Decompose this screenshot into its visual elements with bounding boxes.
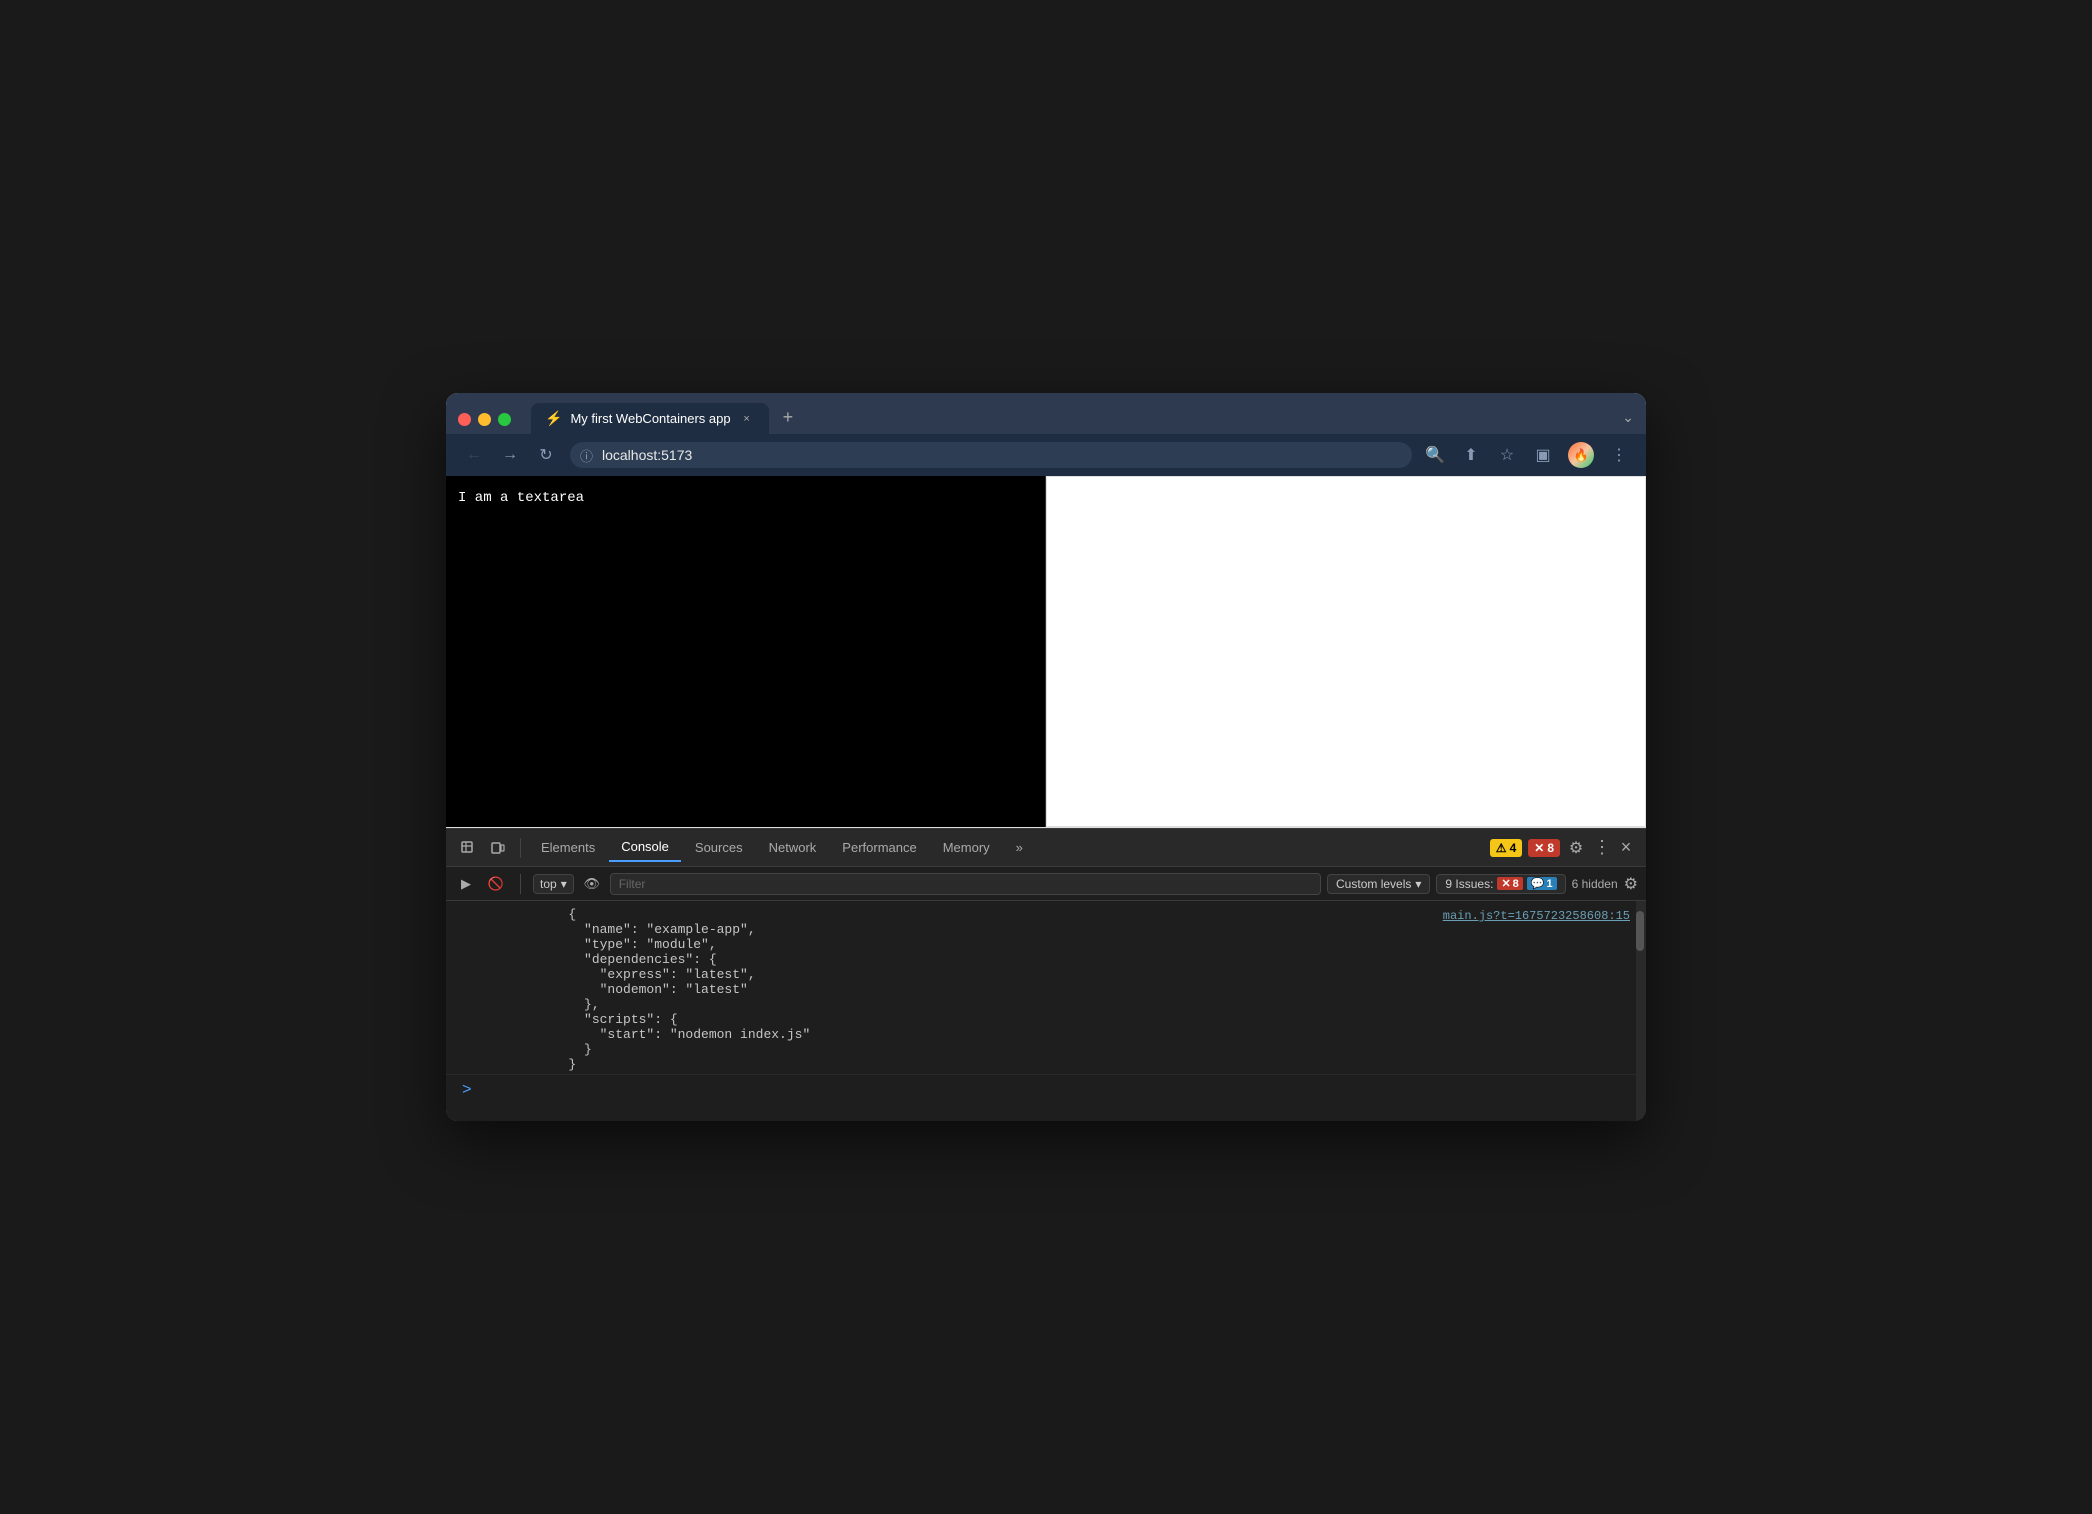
tab-memory[interactable]: Memory	[931, 834, 1002, 862]
textarea-panel: I am a textarea	[446, 476, 1046, 827]
inspect-element-button[interactable]	[454, 834, 482, 862]
tab-elements[interactable]: Elements	[529, 834, 607, 862]
filter-input[interactable]	[610, 873, 1321, 895]
bookmark-button[interactable]: ☆	[1496, 444, 1518, 466]
devtools-scrollbar[interactable]	[1636, 901, 1646, 1121]
devtools-toolbar: Elements Console Sources Network Perform…	[446, 829, 1646, 867]
tab-console[interactable]: Console	[609, 834, 681, 862]
devtools-settings-button[interactable]: ⚙	[1562, 834, 1590, 862]
devtools-panel: Elements Console Sources Network Perform…	[446, 828, 1646, 1121]
url-bar[interactable]: localhost:5173	[570, 442, 1412, 468]
lock-icon: ⓘ	[580, 446, 593, 465]
more-options-button[interactable]: ⋮	[1608, 444, 1630, 466]
close-window-button[interactable]	[458, 413, 471, 426]
devtools-close-button[interactable]: ×	[1614, 837, 1638, 858]
prompt-caret: >	[462, 1081, 472, 1099]
back-button[interactable]: ←	[462, 443, 486, 467]
address-bar: ← → ↻ ⓘ localhost:5173 🔍 ⬆ ☆ ▣ 🔥 ⋮	[446, 434, 1646, 476]
reload-button[interactable]: ↻	[534, 443, 558, 467]
toolbar-right: 🔍 ⬆ ☆ ▣ 🔥 ⋮	[1424, 442, 1630, 468]
device-toggle-button[interactable]	[484, 834, 512, 862]
new-tab-button[interactable]: +	[773, 401, 804, 434]
window-controls	[458, 413, 511, 434]
console-settings-button[interactable]: ⚙	[1624, 874, 1638, 894]
tab-network[interactable]: Network	[757, 834, 829, 862]
tab-list-button[interactable]: ⌄	[1622, 409, 1634, 434]
issues-counter[interactable]: 9 Issues: ✕ 8 💬 1	[1436, 874, 1565, 894]
source-link[interactable]: main.js?t=1675723258608:15	[1443, 907, 1630, 923]
toolbar-separator-1	[520, 838, 521, 858]
title-bar: ⚡ My first WebContainers app × + ⌄ ← → ↻…	[446, 393, 1646, 476]
tab-title: My first WebContainers app	[570, 411, 730, 426]
console-output: { "name": "example-app", "type": "module…	[446, 901, 1646, 1121]
tab-sources[interactable]: Sources	[683, 834, 755, 862]
hidden-count: 6 hidden	[1572, 877, 1618, 891]
execute-button[interactable]: ▶	[454, 872, 478, 896]
issues-error-badge: ✕ 8	[1497, 877, 1522, 890]
forward-button[interactable]: →	[498, 443, 522, 467]
issues-info-badge: 💬 1	[1527, 877, 1557, 890]
browser-window: ⚡ My first WebContainers app × + ⌄ ← → ↻…	[446, 393, 1646, 1121]
share-button[interactable]: ⬆	[1460, 444, 1482, 466]
active-tab[interactable]: ⚡ My first WebContainers app ×	[531, 403, 769, 434]
page-content: I am a textarea	[446, 476, 1646, 828]
console-separator	[520, 874, 521, 894]
custom-levels-dropdown[interactable]: Custom levels ▾	[1327, 874, 1430, 894]
minimize-window-button[interactable]	[478, 413, 491, 426]
error-badge[interactable]: ✕ 8	[1528, 839, 1560, 857]
console-log-entry: { "name": "example-app", "type": "module…	[446, 905, 1646, 1075]
eye-button[interactable]: 👁	[580, 872, 604, 896]
address-wrapper: ⓘ localhost:5173	[570, 442, 1412, 468]
devtools-more-button[interactable]: ⋮	[1592, 837, 1612, 858]
maximize-window-button[interactable]	[498, 413, 511, 426]
profile-avatar[interactable]: 🔥	[1568, 442, 1594, 468]
devtools-badges: ⚠ 4 ✕ 8	[1490, 839, 1560, 857]
tab-icon: ⚡	[545, 410, 562, 427]
warning-badge[interactable]: ⚠ 4	[1490, 839, 1522, 857]
textarea-content[interactable]: I am a textarea	[458, 490, 584, 506]
scrollbar-thumb[interactable]	[1636, 911, 1644, 951]
tab-performance[interactable]: Performance	[830, 834, 928, 862]
tab-close-button[interactable]: ×	[739, 411, 755, 427]
tab-row: ⚡ My first WebContainers app × + ⌄	[446, 393, 1646, 434]
clear-console-button[interactable]: 🚫	[484, 872, 508, 896]
console-prompt[interactable]: >	[446, 1075, 1646, 1105]
iframe-panel	[1046, 476, 1646, 827]
more-tabs-button[interactable]: »	[1004, 834, 1035, 862]
search-button[interactable]: 🔍	[1424, 444, 1446, 466]
console-toolbar: ▶ 🚫 top ▾ 👁 Custom levels ▾ 9 Issues: ✕	[446, 867, 1646, 901]
sidebar-button[interactable]: ▣	[1532, 444, 1554, 466]
console-code-block: { "name": "example-app", "type": "module…	[506, 907, 810, 1072]
context-selector[interactable]: top ▾	[533, 874, 574, 894]
